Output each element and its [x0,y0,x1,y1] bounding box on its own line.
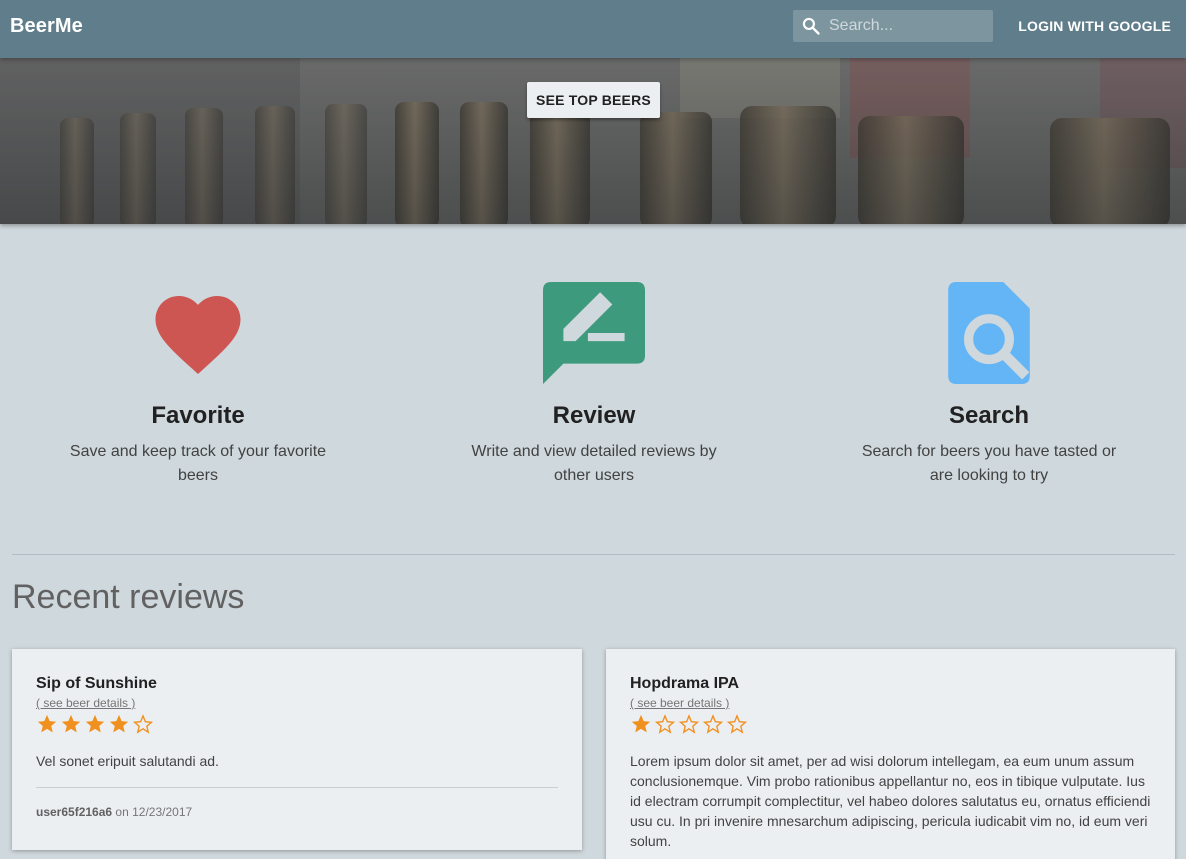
review-date-prefix: on [115,805,129,819]
feature-title: Search [948,402,1030,429]
star-outline-icon [726,714,748,734]
star-filled-icon [631,714,651,733]
review-card: Hopdrama IPA ( see beer details ) Lorem … [606,649,1175,859]
search-icon[interactable] [793,10,829,42]
review-date: 12/23/2017 [132,805,193,819]
review-text: Lorem ipsum dolor sit amet, per ad wisi … [630,753,1151,849]
review-author: user65f216a6 [36,805,113,819]
review-card: Sip of Sunshine ( see beer details ) Vel… [12,649,582,850]
card-divider [36,787,558,788]
review-text: Vel sonet eripuit salutandi ad. [36,753,219,769]
star-outline-icon [702,714,724,734]
star-rating [36,713,558,737]
star-filled-icon [109,714,129,733]
star-outline-icon [678,714,700,734]
top-app-bar: BeerMe LOGIN WITH GOOGLE [0,0,1186,58]
rate-review-icon [543,282,645,384]
see-top-beers-button[interactable]: SEE TOP BEERS [527,82,660,118]
search-box[interactable] [793,10,993,42]
star-filled-icon [85,714,105,733]
review-meta: user65f216a6 on 12/23/2017 [36,805,558,819]
beer-name[interactable]: Hopdrama IPA [630,675,1151,693]
star-filled-icon [37,714,57,733]
star-filled-icon [61,714,81,733]
feature-description: Save and keep track of your favorite bee… [69,443,327,484]
feature-description: Search for beers you have tasted or are … [861,443,1117,484]
recent-reviews-heading: Recent reviews [12,578,245,616]
feature-favorite: Favorite Save and keep track of your fav… [48,282,348,488]
hero-banner: SEE TOP BEERS [0,58,1186,224]
feature-search: Search Search for beers you have tasted … [839,282,1139,488]
find-in-page-icon [948,282,1030,384]
star-rating [630,713,1151,737]
feature-description: Write and view detailed reviews by other… [471,443,717,484]
star-outline-icon [654,714,676,734]
star-outline-icon [132,714,154,734]
search-input[interactable] [829,17,979,35]
feature-title: Review [552,402,636,429]
section-divider [12,554,1175,555]
brand-logo[interactable]: BeerMe [10,15,83,38]
see-beer-details-link[interactable]: ( see beer details ) [630,696,729,710]
beer-name[interactable]: Sip of Sunshine [36,675,558,693]
feature-title: Favorite [151,402,245,429]
heart-icon [155,296,241,374]
feature-review: Review Write and view detailed reviews b… [444,282,744,488]
see-beer-details-link[interactable]: ( see beer details ) [36,696,135,710]
login-with-google-button[interactable]: LOGIN WITH GOOGLE [1018,18,1171,34]
